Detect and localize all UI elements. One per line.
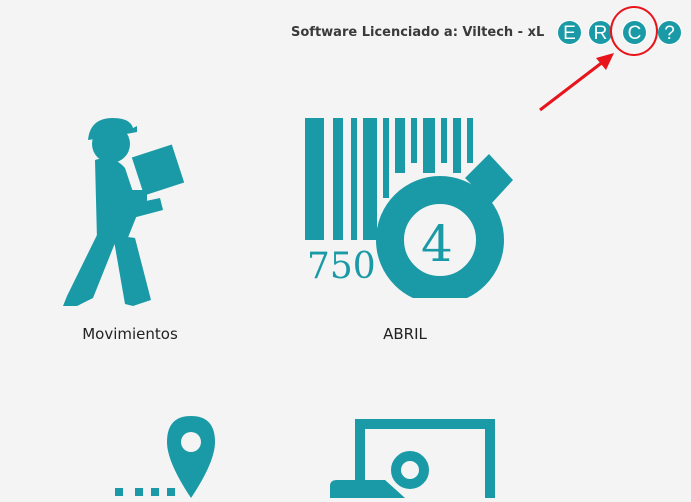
delivery-person-icon (63, 118, 185, 306)
module-label-abril: ABRIL (383, 325, 427, 343)
barcode-number: 750 (307, 246, 376, 287)
badge-number: 4 (421, 215, 453, 273)
annotation-arrow (539, 53, 614, 112)
module-location[interactable] (105, 410, 235, 498)
module-abril[interactable]: 750 4 (305, 118, 515, 304)
module-movimientos[interactable] (55, 110, 205, 310)
module-label-movimientos: Movimientos (82, 325, 178, 343)
barcode-icon: 750 4 (305, 118, 513, 304)
help-button[interactable]: ? (657, 20, 682, 45)
module-image[interactable] (325, 418, 495, 502)
license-text: Software Licenciado a: Viltech - xL (291, 25, 545, 40)
image-frame-icon (330, 419, 495, 502)
location-pin-icon (115, 416, 215, 498)
e-button[interactable]: E (557, 20, 582, 45)
